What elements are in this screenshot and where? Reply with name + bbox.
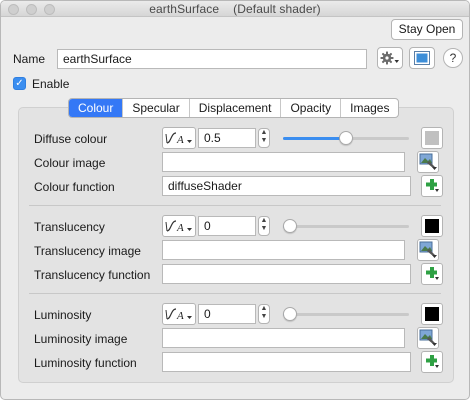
- translucency-swatch: [425, 219, 439, 233]
- svg-text:A: A: [176, 222, 184, 234]
- window-title: earthSurface (Default shader): [1, 2, 469, 16]
- colour-image-label: Colour image: [34, 156, 106, 170]
- translucency-swatch-button[interactable]: [421, 215, 443, 237]
- image-browse-icon: [419, 241, 437, 258]
- colour-function-input[interactable]: diffuseShader: [162, 176, 411, 196]
- translucency-slider-knob[interactable]: [283, 219, 297, 233]
- luminosity-image-browse-button[interactable]: [417, 327, 439, 349]
- add-function-icon: [426, 179, 439, 192]
- svg-text:A: A: [176, 310, 184, 322]
- translucency-slider[interactable]: [283, 219, 409, 233]
- luminosity-image-input[interactable]: [162, 328, 405, 348]
- translucency-function-add-button[interactable]: [421, 263, 443, 285]
- diffuse-colour-label: Diffuse colour: [34, 132, 108, 146]
- luminosity-function-input[interactable]: [162, 352, 411, 372]
- luminosity-function-label: Luminosity function: [34, 356, 137, 370]
- window-title-name: earthSurface: [149, 2, 220, 16]
- diffuse-colour-stepper[interactable]: ▲ ▼: [258, 128, 270, 148]
- image-browse-icon: [419, 329, 437, 346]
- curve-function-icon: A: [165, 220, 192, 234]
- window-title-subtitle: (Default shader): [233, 2, 321, 16]
- colour-function-add-button[interactable]: [421, 175, 443, 197]
- diffuse-curve-button[interactable]: A: [162, 127, 196, 149]
- shader-tabs: Colour Specular Displacement Opacity Ima…: [68, 98, 400, 118]
- curve-function-icon: A: [165, 308, 192, 322]
- section-divider: [29, 205, 441, 206]
- tab-specular[interactable]: Specular: [123, 99, 190, 117]
- name-input[interactable]: earthSurface: [57, 49, 367, 69]
- diffuse-colour-slider-fill: [283, 137, 346, 140]
- diffuse-colour-swatch-button[interactable]: [421, 127, 443, 149]
- gear-icon: [380, 51, 399, 65]
- luminosity-slider[interactable]: [283, 307, 409, 321]
- translucency-function-label: Translucency function: [34, 268, 151, 282]
- luminosity-swatch: [425, 307, 439, 321]
- luminosity-value-input[interactable]: 0: [198, 304, 256, 324]
- add-function-icon: [426, 267, 439, 280]
- diffuse-colour-value-input[interactable]: 0.5: [198, 128, 256, 148]
- tab-images[interactable]: Images: [341, 99, 398, 117]
- stay-open-button[interactable]: Stay Open: [391, 19, 463, 40]
- translucency-value-input[interactable]: 0: [198, 216, 256, 236]
- help-button[interactable]: ?: [443, 48, 463, 68]
- preview-button[interactable]: [409, 47, 435, 69]
- translucency-image-label: Translucency image: [34, 244, 141, 258]
- colour-image-input[interactable]: [162, 152, 405, 172]
- luminosity-curve-button[interactable]: A: [162, 303, 196, 325]
- enable-label: Enable: [32, 77, 70, 91]
- tab-colour[interactable]: Colour: [69, 99, 124, 117]
- image-browse-icon: [419, 153, 437, 170]
- luminosity-swatch-button[interactable]: [421, 303, 443, 325]
- image-preview-icon: [414, 51, 430, 65]
- title-bar: earthSurface (Default shader): [1, 1, 469, 17]
- translucency-stepper[interactable]: ▲ ▼: [258, 216, 270, 236]
- luminosity-image-label: Luminosity image: [34, 332, 128, 346]
- tab-displacement[interactable]: Displacement: [190, 99, 282, 117]
- translucency-label: Translucency: [34, 220, 105, 234]
- curve-function-icon: A: [165, 132, 192, 146]
- material-editor-window: earthSurface (Default shader) Stay Open N…: [0, 0, 470, 400]
- svg-text:A: A: [176, 134, 184, 146]
- translucency-image-input[interactable]: [162, 240, 405, 260]
- translucency-image-browse-button[interactable]: [417, 239, 439, 261]
- colour-image-browse-button[interactable]: [417, 151, 439, 173]
- add-function-icon: [426, 355, 439, 368]
- name-label: Name: [13, 52, 46, 66]
- diffuse-colour-slider[interactable]: [283, 131, 409, 145]
- tab-opacity[interactable]: Opacity: [281, 99, 342, 117]
- luminosity-stepper[interactable]: ▲ ▼: [258, 304, 270, 324]
- enable-checkbox[interactable]: ✓: [13, 77, 26, 90]
- luminosity-slider-knob[interactable]: [283, 307, 297, 321]
- diffuse-colour-slider-knob[interactable]: [339, 131, 353, 145]
- luminosity-function-add-button[interactable]: [421, 351, 443, 373]
- translucency-curve-button[interactable]: A: [162, 215, 196, 237]
- colour-function-label: Colour function: [34, 180, 115, 194]
- diffuse-colour-swatch: [425, 131, 439, 145]
- settings-button[interactable]: [377, 47, 403, 69]
- section-divider: [29, 293, 441, 294]
- translucency-function-input[interactable]: [162, 264, 411, 284]
- luminosity-label: Luminosity: [34, 308, 92, 322]
